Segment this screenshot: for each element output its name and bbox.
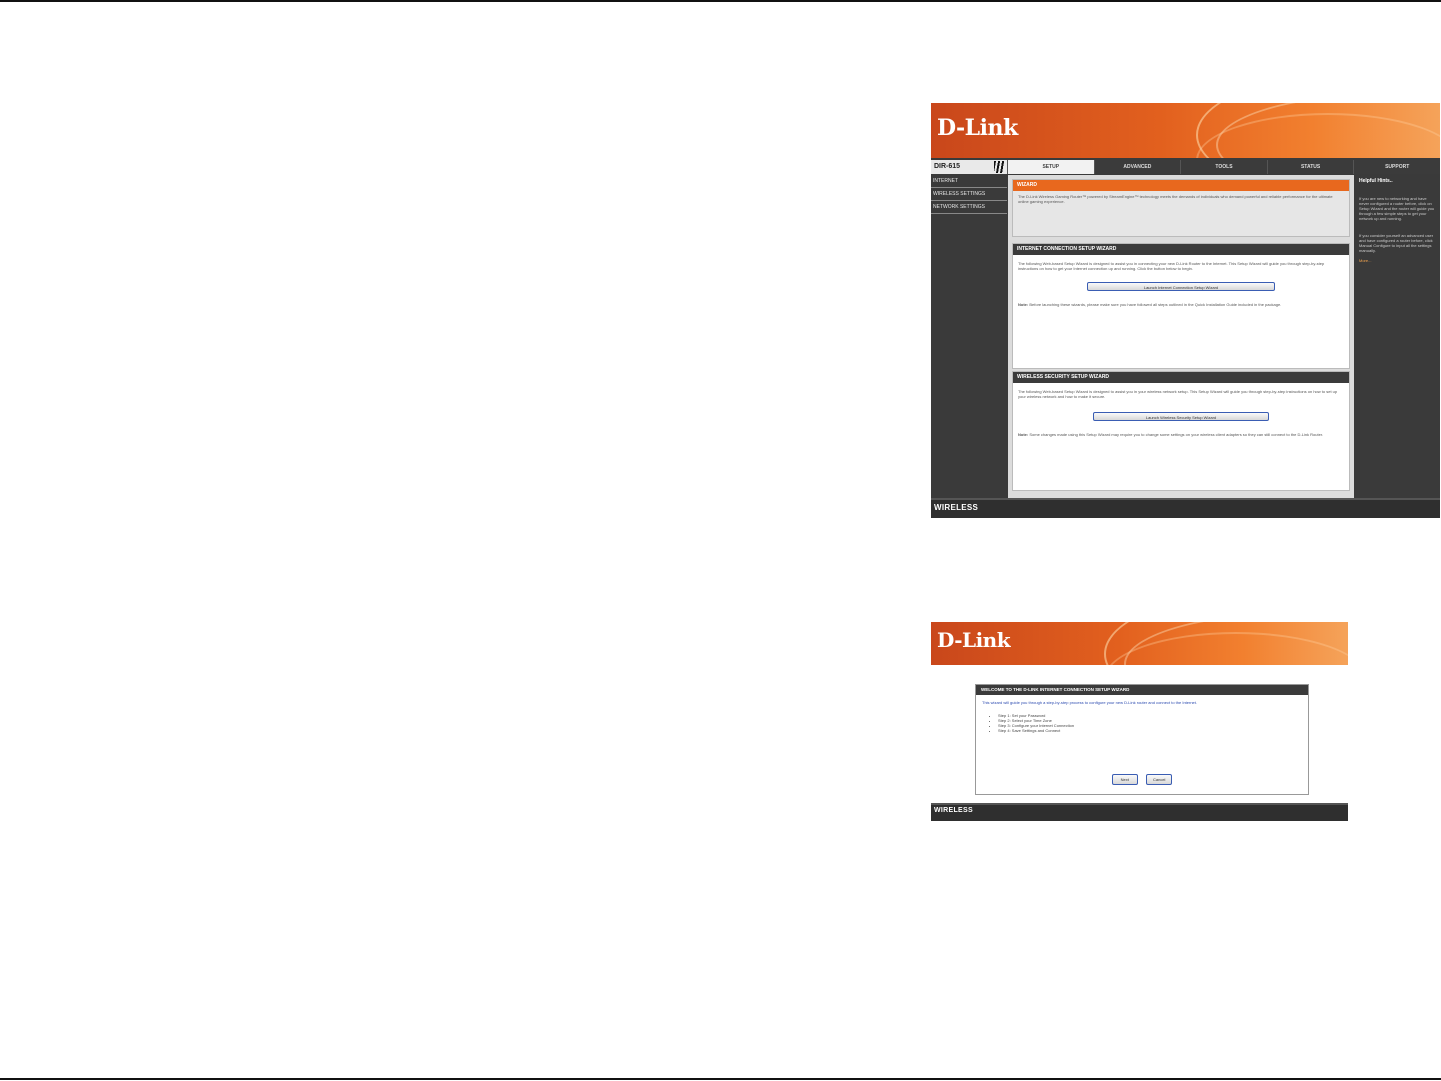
- sidebar: INTERNET WIRELESS SETTINGS NETWORK SETTI…: [931, 175, 1007, 500]
- internet-wizard-panel: INTERNET CONNECTION SETUP WIZARD The fol…: [1012, 243, 1350, 369]
- setup-wizard-screenshot: D-Link DIR-615 SETUP ADVANCED TOOLS STAT…: [931, 103, 1440, 518]
- tab-advanced[interactable]: ADVANCED: [1093, 160, 1181, 174]
- wireless-wizard-note: Note: Some changes made using this Setup…: [1018, 432, 1324, 437]
- wireless-wizard-title: WIRELESS SECURITY SETUP WIZARD: [1013, 372, 1349, 383]
- top-nav: DIR-615 SETUP ADVANCED TOOLS STATUS SUPP…: [931, 160, 1440, 174]
- wizard-steps-list: Step 1: Set your Password Step 2: Select…: [998, 713, 1308, 733]
- helpful-hints: Helpful Hints.. If you are new to networ…: [1355, 175, 1440, 500]
- dialog-buttons: Next Cancel: [976, 768, 1308, 786]
- helpful-hints-text-2: If you consider yourself an advanced use…: [1359, 233, 1434, 253]
- internet-wizard-title: INTERNET CONNECTION SETUP WIZARD: [1013, 244, 1349, 255]
- launch-internet-wizard-button[interactable]: Launch Internet Connection Setup Wizard: [1087, 282, 1275, 291]
- welcome-wizard-screenshot: D-Link WELCOME TO THE D-LINK INTERNET CO…: [931, 622, 1348, 821]
- footer-wireless-label-2: WIRELESS: [934, 807, 973, 814]
- footer-bar: WIRELESS: [931, 498, 1440, 518]
- brand-banner: D-Link: [931, 103, 1440, 158]
- list-item: Step 4: Save Settings and Connect: [998, 728, 1308, 733]
- main-content: WIZARD The D-Link Wireless Gaming Router…: [1008, 175, 1354, 500]
- tab-status[interactable]: STATUS: [1266, 160, 1354, 174]
- welcome-dialog: WELCOME TO THE D-LINK INTERNET CONNECTIO…: [975, 684, 1309, 795]
- brand-banner-2: D-Link: [931, 622, 1348, 665]
- model-label: DIR-615: [931, 160, 1007, 174]
- sidebar-item-wireless-settings[interactable]: WIRELESS SETTINGS: [931, 188, 1007, 201]
- dlink-logo: D-Link: [937, 115, 1018, 141]
- helpful-hints-text-1: If you are new to networking and have ne…: [1359, 196, 1435, 221]
- tab-tools[interactable]: TOOLS: [1180, 160, 1267, 174]
- tab-setup[interactable]: SETUP: [1007, 160, 1094, 174]
- welcome-dialog-intro: This wizard will guide you through a ste…: [982, 700, 1198, 705]
- more-link[interactable]: More...: [1359, 258, 1436, 263]
- welcome-dialog-title: WELCOME TO THE D-LINK INTERNET CONNECTIO…: [976, 685, 1308, 695]
- footer-wireless-label: WIRELESS: [934, 503, 979, 512]
- helpful-hints-title: Helpful Hints..: [1359, 178, 1393, 184]
- tab-support[interactable]: SUPPORT: [1353, 160, 1440, 174]
- sidebar-item-internet[interactable]: INTERNET: [931, 175, 1007, 188]
- wizard-description: The D-Link Wireless Gaming Router™ power…: [1018, 194, 1333, 204]
- cancel-button[interactable]: Cancel: [1146, 774, 1173, 785]
- wizard-title: WIZARD: [1013, 180, 1349, 191]
- wireless-wizard-description: The following Web-based Setup Wizard is …: [1018, 389, 1338, 399]
- wizard-panel: WIZARD The D-Link Wireless Gaming Router…: [1012, 179, 1350, 237]
- internet-wizard-note: Note: Before launching these wizards, pl…: [1018, 302, 1282, 307]
- model-stripes-icon: [994, 161, 1004, 173]
- top-rule: [0, 0, 1441, 2]
- launch-wireless-wizard-button[interactable]: Launch Wireless Security Setup Wizard: [1093, 412, 1269, 421]
- sidebar-item-network-settings[interactable]: NETWORK SETTINGS: [931, 201, 1007, 214]
- dlink-logo-2: D-Link: [937, 628, 1011, 652]
- bottom-rule: [0, 1078, 1441, 1080]
- internet-wizard-description: The following Web-based Setup Wizard is …: [1018, 261, 1325, 271]
- next-button[interactable]: Next: [1111, 774, 1138, 785]
- footer-bar-2: WIRELESS: [931, 803, 1348, 821]
- wireless-wizard-panel: WIRELESS SECURITY SETUP WIZARD The follo…: [1012, 371, 1350, 491]
